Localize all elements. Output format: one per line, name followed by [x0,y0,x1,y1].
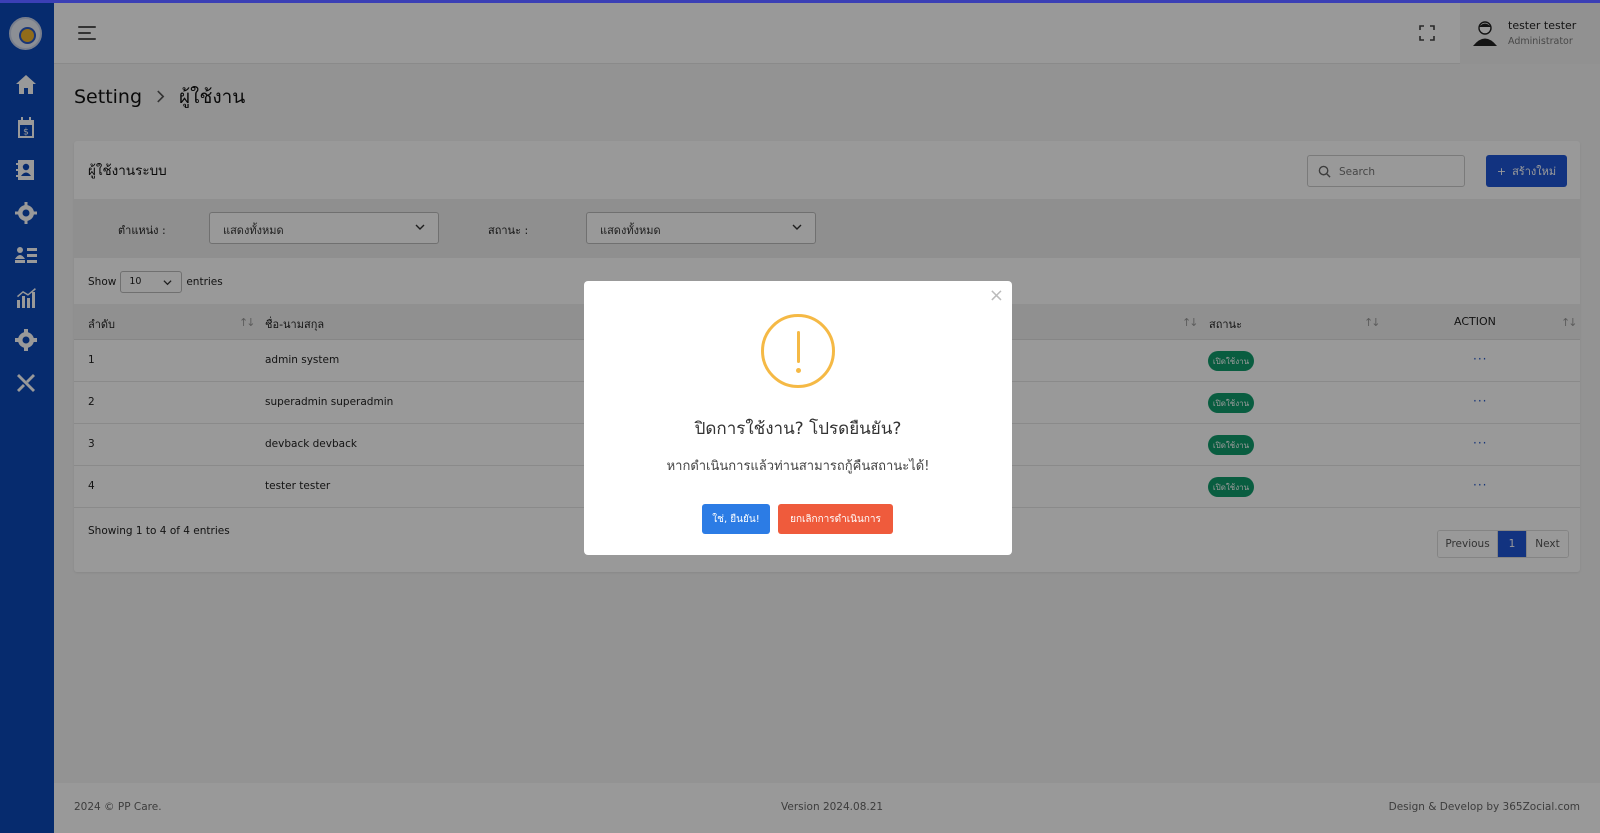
top-accent-line [0,0,1600,3]
cancel-button[interactable]: ยกเลิกการดำเนินการ [778,504,893,534]
dialog-title: ปิดการใช้งาน? โปรดยืนยัน? [694,419,902,439]
confirm-dialog: × ปิดการใช้งาน? โปรดยืนยัน? หากดำเนินการ… [584,281,1012,555]
confirm-button[interactable]: ใช่, ยืนยัน! [702,504,770,534]
close-icon[interactable]: × [989,285,1004,306]
dialog-text: หากดำเนินการแล้วท่านสามารถกู้คืนสถานะได้… [666,459,930,474]
warning-icon [761,314,835,388]
